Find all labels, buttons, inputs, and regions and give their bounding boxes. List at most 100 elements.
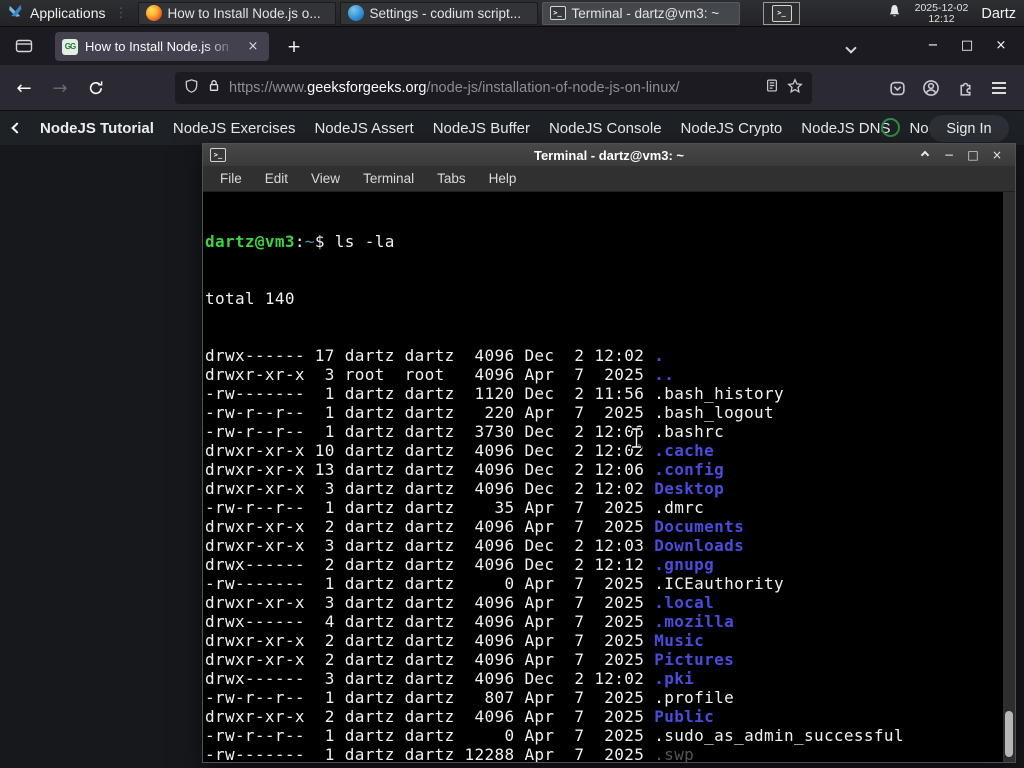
nav-link-nodejs-assert[interactable]: NodeJS Assert xyxy=(314,120,413,137)
file-meta: -rw-r--r-- 1 dartz dartz 807 Apr 7 2025 xyxy=(205,688,655,707)
extensions-icon[interactable] xyxy=(948,72,982,104)
prompt-user-host: dartz@vm3 xyxy=(205,232,295,251)
taskbar-button-terminal[interactable]: >_ Terminal - dartz@vm3: ~ xyxy=(541,1,740,25)
new-tab-button[interactable]: + xyxy=(281,34,307,60)
file-name: Public xyxy=(654,707,715,726)
user-menu[interactable]: Dartz xyxy=(981,6,1016,22)
pocket-icon[interactable] xyxy=(880,72,914,104)
file-name: Pictures xyxy=(654,650,735,669)
menu-terminal[interactable]: Terminal xyxy=(363,171,414,186)
menu-view[interactable]: View xyxy=(311,171,340,186)
terminal-body[interactable]: dartz@vm3:~$ ls -la total 140 drwx------… xyxy=(203,192,1015,762)
back-button[interactable]: ← xyxy=(8,72,40,104)
url-path: /node-js/installation-of-node-js-on-linu… xyxy=(426,80,680,96)
terminal-output-line: -rw------- 1 dartz dartz 1120 Dec 2 11:5… xyxy=(205,384,1001,403)
sign-in-button[interactable]: Sign In xyxy=(929,115,1009,142)
browser-tab[interactable]: GG How to Install Node.js on × xyxy=(55,32,269,61)
terminal-output-line: -rw-r--r-- 1 dartz dartz 220 Apr 7 2025 … xyxy=(205,403,1001,422)
reader-mode-icon[interactable] xyxy=(765,78,779,98)
terminal-window: Terminal - dartz@vm3: ~ >_ − □ × File Ed… xyxy=(202,143,1016,763)
tab-bar: GG How to Install Node.js on × + − □ × xyxy=(0,27,1024,65)
file-meta: -rw-r--r-- 1 dartz dartz 35 Apr 7 2025 xyxy=(205,498,655,517)
menu-icon[interactable] xyxy=(982,72,1016,104)
search-icon[interactable] xyxy=(881,118,900,137)
xubuntu-logo-icon xyxy=(8,3,23,23)
terminal-output-line: drwxr-xr-x 3 dartz dartz 4096 Dec 2 12:0… xyxy=(205,479,1001,498)
file-meta: drwxr-xr-x 3 dartz dartz 4096 Dec 2 12:0… xyxy=(205,479,655,498)
file-name: .bash_history xyxy=(654,384,785,403)
file-name: .dmrc xyxy=(654,498,705,517)
terminal-output-line: drwx------ 4 dartz dartz 4096 Apr 7 2025… xyxy=(205,612,1001,631)
file-name: Documents xyxy=(654,517,745,536)
close-button[interactable]: × xyxy=(985,144,1009,166)
shield-icon[interactable] xyxy=(184,78,199,99)
url-domain: geeksforgeeks.org xyxy=(307,80,427,96)
reload-button[interactable] xyxy=(80,72,112,104)
file-name: .. xyxy=(654,365,675,384)
file-meta: -rw------- 1 dartz dartz 12288 Apr 7 202… xyxy=(205,745,655,762)
maximize-button[interactable]: □ xyxy=(950,31,984,59)
menu-tabs[interactable]: Tabs xyxy=(437,171,466,186)
terminal-window-controls: − □ × xyxy=(913,144,1009,166)
scrollbar-thumb[interactable] xyxy=(1005,711,1013,757)
lock-icon[interactable] xyxy=(207,78,221,98)
terminal-output-line: -rw-r--r-- 1 dartz dartz 807 Apr 7 2025 … xyxy=(205,688,1001,707)
menu-file[interactable]: File xyxy=(220,171,242,186)
terminal-output-line: -rw-r--r-- 1 dartz dartz 3730 Dec 2 12:0… xyxy=(205,422,1001,441)
forward-button[interactable]: → xyxy=(44,72,76,104)
file-name: .bash_logout xyxy=(654,403,775,422)
terminal-output-line: drwxr-xr-x 2 dartz dartz 4096 Apr 7 2025… xyxy=(205,631,1001,650)
taskbar-button-codium[interactable]: Settings - codium script... xyxy=(339,1,538,25)
account-icon[interactable] xyxy=(914,72,948,104)
list-all-tabs-icon[interactable] xyxy=(845,39,857,57)
terminal-output-line: drwxr-xr-x 3 root root 4096 Apr 7 2025 .… xyxy=(205,365,1001,384)
shade-button[interactable] xyxy=(913,144,937,166)
file-name: .profile xyxy=(654,688,735,707)
nav-link-nodejs-crypto[interactable]: NodeJS Crypto xyxy=(681,120,783,137)
terminal-output-line: drwx------ 2 dartz dartz 4096 Dec 2 12:1… xyxy=(205,555,1001,574)
nav-scroll-left-icon[interactable] xyxy=(11,122,23,134)
panel-grip: ⋮ xyxy=(114,5,128,20)
prompt-command: $ ls -la xyxy=(314,232,395,251)
nav-link-nodejs-tutorial[interactable]: NodeJS Tutorial xyxy=(40,120,154,137)
terminal-titlebar[interactable]: Terminal - dartz@vm3: ~ >_ − □ × xyxy=(203,144,1015,166)
nav-link-nodejs-console[interactable]: NodeJS Console xyxy=(549,120,662,137)
terminal-output-line: drwx------ 3 dartz dartz 4096 Dec 2 12:0… xyxy=(205,669,1001,688)
bookmark-star-icon[interactable] xyxy=(787,77,803,99)
file-name: Music xyxy=(654,631,705,650)
terminal-icon: >_ xyxy=(210,148,226,162)
url-bar[interactable]: https://www.geeksforgeeks.org/node-js/in… xyxy=(175,72,812,104)
file-name: .gnupg xyxy=(654,555,715,574)
panel-clock[interactable]: 2025-12-02 12:12 xyxy=(915,2,969,25)
codium-icon xyxy=(347,5,364,21)
applications-menu[interactable]: Applications ⋮ xyxy=(0,0,134,26)
file-meta: -rw------- 1 dartz dartz 1120 Dec 2 11:5… xyxy=(205,384,655,403)
nav-link-nodejs-dns[interactable]: NodeJS DNS xyxy=(801,120,890,137)
notification-bell-icon[interactable] xyxy=(887,3,902,24)
workspace-switcher[interactable]: >_ xyxy=(763,2,800,25)
menu-help[interactable]: Help xyxy=(489,171,517,186)
geeksforgeeks-favicon: GG xyxy=(62,38,78,55)
file-meta: drwxr-xr-x 3 dartz dartz 4096 Dec 2 12:0… xyxy=(205,536,655,555)
minimize-button[interactable]: − xyxy=(916,31,950,59)
close-button[interactable]: × xyxy=(984,31,1018,59)
minimize-button[interactable]: − xyxy=(937,144,961,166)
panel-tray: 2025-12-02 12:12 Dartz xyxy=(887,0,1024,27)
terminal-output: drwx------ 17 dartz dartz 4096 Dec 2 12:… xyxy=(205,346,1001,762)
maximize-button[interactable]: □ xyxy=(961,144,985,166)
terminal-scrollbar[interactable] xyxy=(1003,192,1015,762)
file-meta: -rw-r--r-- 1 dartz dartz 220 Apr 7 2025 xyxy=(205,403,655,422)
taskbar-button-firefox[interactable]: How to Install Node.js o... xyxy=(137,1,336,25)
menu-edit[interactable]: Edit xyxy=(265,171,288,186)
tab-close-icon[interactable]: × xyxy=(244,38,262,56)
file-meta: drwx------ 4 dartz dartz 4096 Apr 7 2025 xyxy=(205,612,655,631)
file-meta: drwxr-xr-x 2 dartz dartz 4096 Apr 7 2025 xyxy=(205,517,655,536)
file-name: Downloads xyxy=(654,536,745,555)
terminal-output-line: drwxr-xr-x 13 dartz dartz 4096 Dec 2 12:… xyxy=(205,460,1001,479)
firefox-view-icon[interactable] xyxy=(10,34,38,58)
file-meta: drwx------ 17 dartz dartz 4096 Dec 2 12:… xyxy=(205,346,655,365)
nav-link-nodejs-exercises[interactable]: NodeJS Exercises xyxy=(173,120,296,137)
file-name: .swp xyxy=(654,745,695,762)
file-name: .mozilla xyxy=(654,612,735,631)
nav-link-nodejs-buffer[interactable]: NodeJS Buffer xyxy=(433,120,530,137)
